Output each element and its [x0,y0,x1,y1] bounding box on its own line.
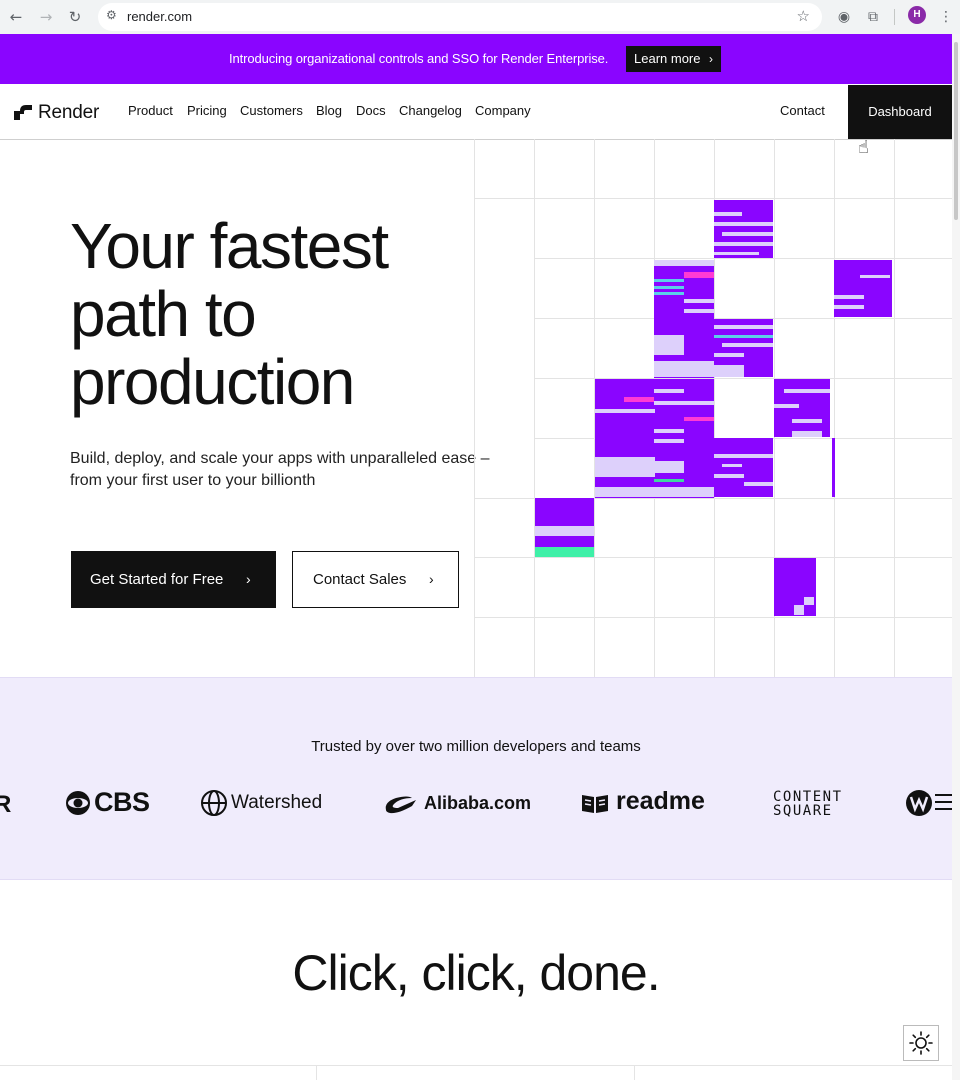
watershed-logo-text: Watershed [231,792,323,813]
site-info-icon[interactable]: ⚙ [106,8,117,22]
reload-icon[interactable]: ↻ [65,7,85,27]
extension-icon[interactable]: ◉ [834,7,854,27]
scrollbar-thumb[interactable] [954,42,958,220]
nav-customers[interactable]: Customers [240,103,303,118]
back-icon[interactable]: ← [6,7,26,27]
learn-more-button[interactable]: Learn more › [626,46,721,72]
trusted-by-section: Trusted by over two million developers a… [0,677,952,880]
profile-avatar[interactable]: H [908,6,926,24]
alibaba-logo: Alibaba.com [382,786,542,820]
hero-title-line-1: Your fastest [70,210,389,282]
section-divider [0,1065,952,1066]
watershed-globe-icon [201,790,227,816]
cbs-logo-text: CBS [94,787,150,817]
url-text[interactable]: render.com [127,9,192,24]
cbs-logo: CBS [64,786,154,820]
contact-sales-button[interactable]: Contact Sales › [292,551,459,608]
alibaba-swoosh-icon [385,796,416,814]
main-nav: Render Product Pricing Customers Blog Do… [0,84,952,140]
readme-logo-text: readme [616,787,705,815]
hero-title: Your fastest path to production [70,212,490,416]
forward-icon[interactable]: → [36,7,56,27]
trusted-caption: Trusted by over two million developers a… [311,738,641,755]
partial-logo: R [0,791,11,818]
nav-pricing[interactable]: Pricing [187,103,227,118]
render-logo-icon [14,105,32,120]
hero-grid-art [474,139,952,677]
hero-title-line-3: production [70,346,355,418]
wmg-logo [906,790,952,816]
announcement-bar: Introducing organizational controls and … [0,34,952,84]
learn-more-label: Learn more [634,51,701,66]
contentsquare-logo: CONTENT SQUARE [773,786,863,820]
readme-book-icon [582,795,608,813]
page-scrollbar[interactable] [952,34,960,1080]
get-started-button[interactable]: Get Started for Free › [71,551,276,608]
alibaba-logo-text: Alibaba.com [424,793,532,813]
column-divider [316,1065,317,1080]
svg-text:R: R [0,791,11,818]
readme-logo: readme [580,786,730,820]
dashboard-button[interactable]: Dashboard [848,85,952,139]
theme-toggle-button[interactable] [903,1025,939,1061]
address-bar[interactable]: ⚙ render.com ☆ [98,3,822,31]
extensions-puzzle-icon[interactable]: ⧉ [863,7,883,27]
browser-menu-icon[interactable]: ⋮ [936,7,956,27]
contact-sales-label: Contact Sales [313,571,407,588]
chevron-right-icon: › [429,571,434,587]
chevron-right-icon: › [709,52,713,66]
contentsquare-line-2: SQUARE [773,803,833,819]
logo-wordmark: Render [38,102,100,123]
sun-icon [909,1031,933,1055]
announcement-text: Introducing organizational controls and … [229,51,609,66]
bookmark-star-icon[interactable]: ☆ [797,7,810,25]
column-divider [634,1065,635,1080]
hero-subtitle: Build, deploy, and scale your apps with … [70,450,490,489]
hero-title-line-2: path to [70,278,257,350]
get-started-label: Get Started for Free [90,571,224,588]
nav-company[interactable]: Company [475,103,531,118]
chevron-right-icon: › [246,571,251,587]
nav-contact[interactable]: Contact [780,103,825,118]
section-title: Click, click, done. [292,945,660,1001]
toolbar-divider [894,9,895,25]
watershed-logo: Watershed [200,786,340,820]
purple-blocks [535,200,892,616]
nav-changelog[interactable]: Changelog [399,103,462,118]
browser-toolbar: ← → ↻ ⚙ render.com ☆ ◉ ⧉ H ⋮ [0,0,960,35]
nav-blog[interactable]: Blog [316,103,342,118]
nav-docs[interactable]: Docs [356,103,386,118]
nav-product[interactable]: Product [128,103,173,118]
